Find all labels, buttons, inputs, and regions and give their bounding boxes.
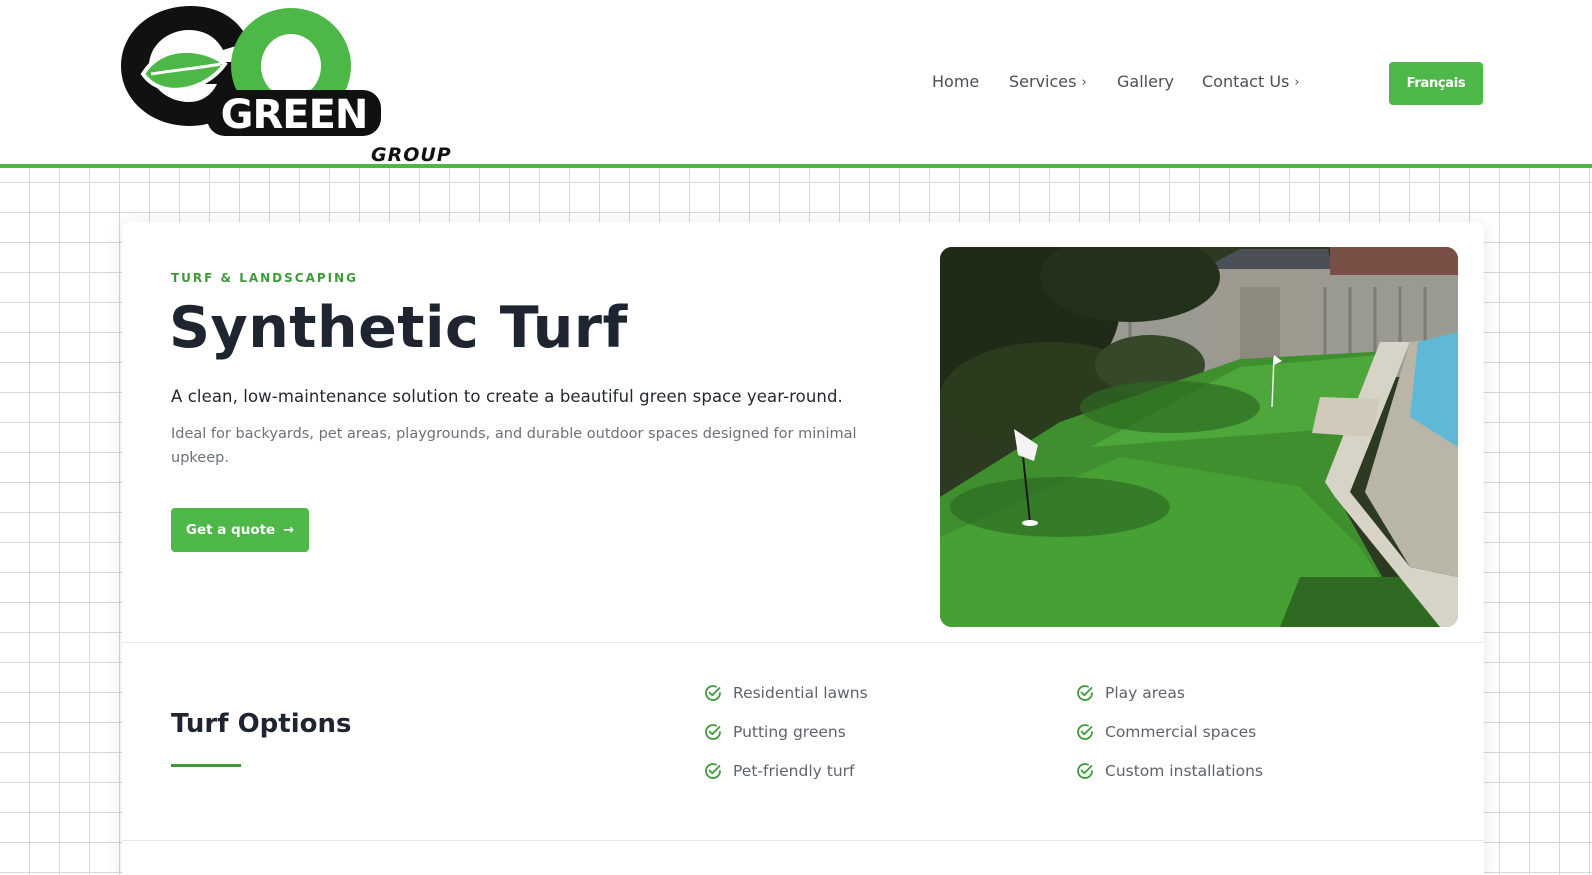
nav-gallery[interactable]: Gallery	[1117, 72, 1174, 91]
chevron-right-icon: ›	[1081, 75, 1087, 90]
go-green-logo[interactable]: GREEN GROUP	[121, 4, 451, 166]
option-item: Play areas	[1076, 684, 1185, 702]
nav-contact-us[interactable]: Contact Us ›	[1202, 72, 1300, 91]
check-circle-icon	[1076, 684, 1094, 702]
option-label: Commercial spaces	[1105, 723, 1257, 741]
check-circle-icon	[704, 723, 722, 741]
hero-eyebrow: TURF & LANDSCAPING	[171, 271, 359, 285]
service-card: TURF & LANDSCAPING Synthetic Turf A clea…	[122, 222, 1484, 875]
page-title: Synthetic Turf	[169, 295, 628, 361]
option-item: Commercial spaces	[1076, 723, 1256, 741]
option-label: Pet-friendly turf	[733, 762, 855, 780]
option-label: Residential lawns	[733, 684, 868, 702]
logo-graphic: GREEN	[121, 6, 381, 138]
nav-gallery-label: Gallery	[1117, 72, 1174, 91]
option-item: Custom installations	[1076, 762, 1263, 780]
logo-subtitle: GROUP	[371, 144, 452, 166]
nav-home-label: Home	[932, 72, 980, 91]
section-divider	[122, 840, 1484, 841]
option-item: Residential lawns	[704, 684, 868, 702]
check-circle-icon	[1076, 762, 1094, 780]
option-item: Putting greens	[704, 723, 846, 741]
synthetic-turf-photo	[940, 247, 1458, 627]
section-divider	[122, 642, 1484, 643]
arrow-right-icon: →	[283, 522, 295, 538]
hero-description: Ideal for backyards, pet areas, playgrou…	[171, 426, 857, 466]
site-header: GREEN GROUP Home Services › Gallery Conta…	[0, 0, 1592, 168]
option-label: Custom installations	[1105, 762, 1263, 780]
nav-home[interactable]: Home	[932, 72, 979, 91]
nav-contact-label: Contact Us	[1202, 72, 1290, 91]
hero-lead: A clean, low-maintenance solution to cre…	[171, 387, 843, 406]
check-circle-icon	[704, 762, 722, 780]
chevron-right-icon: ›	[1294, 75, 1300, 90]
heading-underline	[171, 764, 241, 767]
nav-services[interactable]: Services ›	[1009, 72, 1087, 91]
logo-word: GREEN	[221, 92, 368, 138]
get-a-quote-button[interactable]: Get a quote →	[171, 508, 309, 552]
option-label: Putting greens	[733, 723, 846, 741]
turf-options-heading: Turf Options	[171, 709, 352, 739]
check-circle-icon	[704, 684, 722, 702]
backyard-putting-green-illustration	[940, 247, 1458, 627]
language-button[interactable]: Français	[1389, 62, 1483, 105]
option-label: Play areas	[1105, 684, 1185, 702]
check-circle-icon	[1076, 723, 1094, 741]
nav-services-label: Services	[1009, 72, 1077, 91]
option-item: Pet-friendly turf	[704, 762, 854, 780]
get-a-quote-label: Get a quote	[185, 522, 276, 538]
